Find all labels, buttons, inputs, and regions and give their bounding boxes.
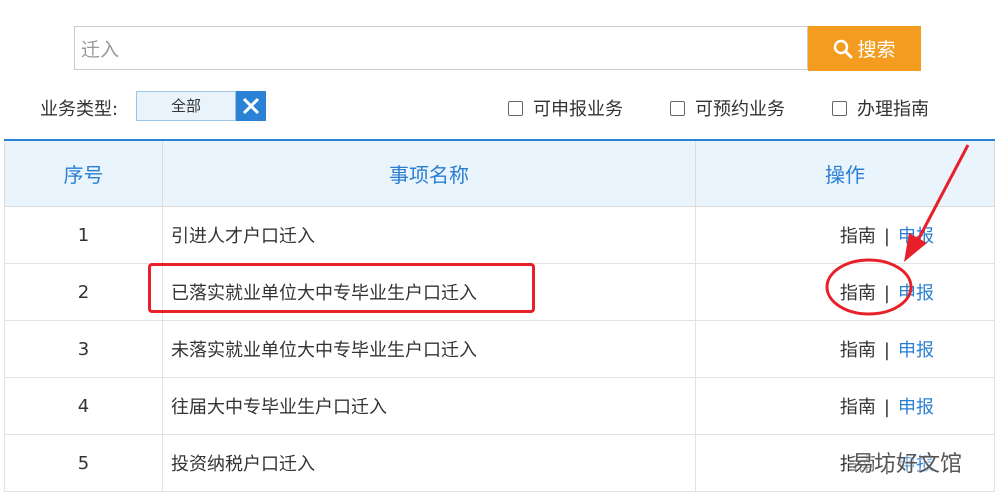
arrow-head bbox=[904, 233, 927, 262]
annotation-overlay bbox=[825, 144, 970, 316]
watermark: 易坊好文馆 bbox=[852, 452, 963, 477]
highlight-circle bbox=[825, 258, 913, 316]
arrow-line bbox=[916, 144, 970, 241]
